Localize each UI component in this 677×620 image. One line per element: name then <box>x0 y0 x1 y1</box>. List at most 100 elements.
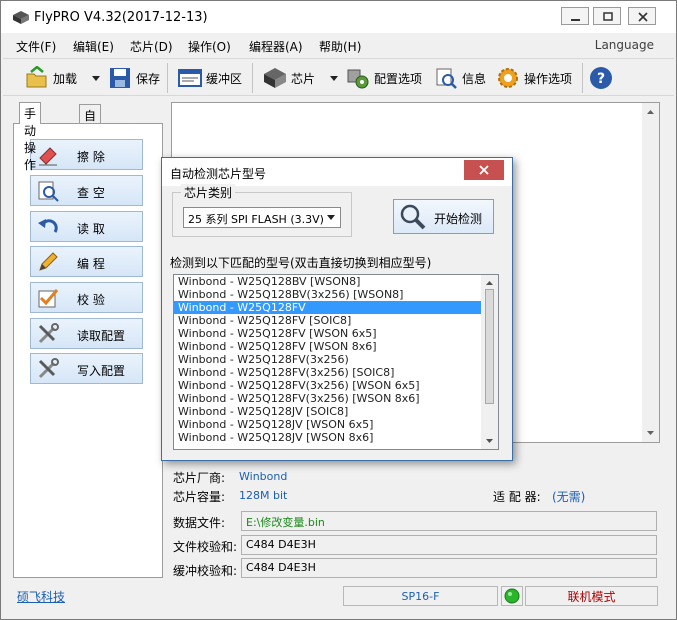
status-bar: 硕飞科技 SP16-F 联机模式 <box>3 584 674 608</box>
maximize-button[interactable] <box>593 7 621 25</box>
toolbar-separator <box>582 63 583 93</box>
scroll-up-icon[interactable] <box>481 277 498 289</box>
connected-led-icon <box>504 588 520 604</box>
company-link[interactable]: 硕飞科技 <box>17 588 65 605</box>
mode-status: 联机模式 <box>525 586 658 606</box>
help-question-icon: ? <box>589 66 613 90</box>
load-label: 加载 <box>53 71 78 86</box>
log-scrollbar[interactable] <box>642 103 659 442</box>
config-gear-icon <box>346 66 370 90</box>
chip-category-select[interactable]: 25 系列 SPI FLASH (3.3V) <box>183 207 341 228</box>
manual-operation-panel: 擦 除 查 空 读 取 编 程 校 验 读取配置 写入配置 <box>13 123 163 578</box>
chip-capacity-label: 芯片容量: <box>173 490 226 504</box>
info-button[interactable]: 信息 <box>434 63 486 93</box>
list-item[interactable]: Winbond - W25Q128FV(3x256) [WSON 8x6] <box>174 392 498 405</box>
save-button[interactable]: 保存 <box>108 63 160 93</box>
close-button[interactable] <box>628 7 656 25</box>
menu-chip[interactable]: 芯片(D) <box>130 38 173 55</box>
chip-dropdown-arrow-icon[interactable] <box>329 74 339 82</box>
read-config-button[interactable]: 读取配置 <box>30 318 143 349</box>
scroll-down-icon[interactable] <box>642 426 659 440</box>
read-config-label: 读取配置 <box>77 329 126 343</box>
app-chip-icon <box>13 11 29 24</box>
program-pencil-icon <box>37 251 59 273</box>
erase-button[interactable]: 擦 除 <box>30 139 143 170</box>
list-item[interactable]: Winbond - W25Q128JV [SOIC8] <box>174 405 498 418</box>
adapter-value: (无需) <box>552 490 586 504</box>
list-item[interactable]: Winbond - W25Q128JV [WSON 8x6] <box>174 431 498 444</box>
chevron-down-icon <box>327 215 335 220</box>
left-panel: 手动操作 自动编程 擦 除 查 空 读 取 <box>13 102 163 578</box>
minimize-button[interactable] <box>561 7 589 25</box>
minimize-icon <box>571 19 580 21</box>
info-label: 信息 <box>462 71 487 86</box>
blank-check-label: 查 空 <box>77 186 105 200</box>
file-checksum-label: 文件校验和: <box>173 540 238 554</box>
chip-label: 芯片 <box>291 71 316 86</box>
load-dropdown-arrow-icon[interactable] <box>91 74 101 82</box>
operation-options-button[interactable]: 操作选项 <box>496 63 572 93</box>
list-item[interactable]: Winbond - W25Q128FV(3x256) <box>174 353 498 366</box>
list-item[interactable]: Winbond - W25Q128FV <box>174 301 498 314</box>
buffer-checksum-field: C484 D4E3H <box>241 558 657 578</box>
help-button[interactable]: ? <box>589 63 617 93</box>
toolbar: 加载 保存 缓冲区 芯片 配置选项 信息 操作选项 ? <box>3 58 674 96</box>
chip-maker-label: 芯片厂商: <box>173 471 226 485</box>
start-detect-button[interactable]: 开始检测 <box>393 199 494 234</box>
buffer-label: 缓冲区 <box>206 71 243 86</box>
list-item[interactable]: Winbond - W25Q128FV(3x256) [WSON 6x5] <box>174 379 498 392</box>
buffer-button[interactable]: 缓冲区 <box>178 63 242 93</box>
blank-check-button[interactable]: 查 空 <box>30 175 143 206</box>
scroll-down-icon[interactable] <box>481 435 498 447</box>
scroll-thumb[interactable] <box>485 289 494 404</box>
model-list[interactable]: Winbond - W25Q128BV [WSON8] Winbond - W25… <box>173 274 499 450</box>
save-disk-icon <box>108 66 132 90</box>
load-button[interactable]: 加载 <box>25 63 101 93</box>
read-button[interactable]: 读 取 <box>30 211 143 242</box>
config-options-button[interactable]: 配置选项 <box>346 63 422 93</box>
tab-auto-program[interactable]: 自动编程 <box>79 104 102 174</box>
verify-icon <box>37 287 59 309</box>
program-label: 编 程 <box>77 257 105 271</box>
menu-edit[interactable]: 编辑(E) <box>73 38 114 55</box>
program-button[interactable]: 编 程 <box>30 246 143 277</box>
scroll-up-icon[interactable] <box>642 105 659 119</box>
file-checksum-field: C484 D4E3H <box>241 535 657 555</box>
list-item[interactable]: Winbond - W25Q128BV(3x256) [WSON8] <box>174 288 498 301</box>
chip-button[interactable]: 芯片 <box>263 63 339 93</box>
list-item[interactable]: Winbond - W25Q128FV [WSON 8x6] <box>174 340 498 353</box>
model-list-scrollbar[interactable] <box>481 275 498 449</box>
info-magnifier-icon <box>434 66 458 90</box>
list-item[interactable]: Winbond - W25Q128FV [SOIC8] <box>174 314 498 327</box>
save-label: 保存 <box>136 71 161 86</box>
list-item[interactable]: Winbond - W25Q128JV [WSON 6x5] <box>174 418 498 431</box>
buffer-checksum-label: 缓冲校验和: <box>173 564 238 578</box>
menu-programmer[interactable]: 编程器(A) <box>249 38 303 55</box>
list-item[interactable]: Winbond - W25Q128BV [WSON8] <box>174 275 498 288</box>
start-detect-label: 开始检测 <box>434 212 483 226</box>
menu-file[interactable]: 文件(F) <box>16 38 56 55</box>
close-icon <box>638 12 648 22</box>
list-item[interactable]: Winbond - W25Q128FV(3x256) [SOIC8] <box>174 366 498 379</box>
dialog-close-button[interactable] <box>464 160 504 180</box>
verify-label: 校 验 <box>77 293 105 307</box>
config-options-label: 配置选项 <box>374 71 423 86</box>
chip-maker-value: Winbond <box>239 470 288 483</box>
auto-detect-dialog: 自动检测芯片型号 芯片类别 25 系列 SPI FLASH (3.3V) 开始检… <box>161 157 513 461</box>
connection-led <box>501 586 523 606</box>
verify-button[interactable]: 校 验 <box>30 282 143 313</box>
toolbar-separator <box>252 63 253 93</box>
eraser-icon <box>37 144 59 166</box>
write-config-tools-icon <box>37 357 59 380</box>
menu-help[interactable]: 帮助(H) <box>319 38 361 55</box>
restore-icon <box>603 12 613 21</box>
chip-category-group: 芯片类别 25 系列 SPI FLASH (3.3V) <box>172 184 352 237</box>
operation-options-label: 操作选项 <box>524 71 573 86</box>
search-icon <box>400 204 426 230</box>
menu-language[interactable]: Language <box>595 38 654 52</box>
menu-operation[interactable]: 操作(O) <box>188 38 231 55</box>
list-item[interactable]: Winbond - W25Q128FV [WSON 6x5] <box>174 327 498 340</box>
tab-manual-operation[interactable]: 手动操作 <box>19 102 42 172</box>
write-config-button[interactable]: 写入配置 <box>30 353 143 384</box>
erase-label: 擦 除 <box>77 150 105 164</box>
